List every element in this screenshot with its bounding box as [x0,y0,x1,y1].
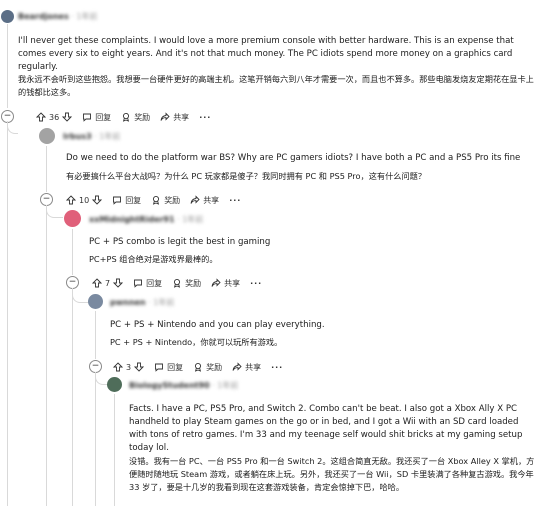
more-icon: ··· [229,195,242,205]
award-button[interactable]: 奖励 [121,112,150,123]
thread-line [7,24,8,108]
more-options-button[interactable]: ··· [199,113,211,122]
thread-line [46,205,47,506]
username[interactable]: BiologyStudent90 · 1年前 [129,380,238,391]
share-icon [232,362,242,372]
share-button[interactable]: 共享 [211,278,240,289]
avatar[interactable] [1,10,14,23]
thread-branch [7,121,18,134]
comment-bubble-icon [154,362,164,372]
reply-button[interactable]: 回复 [154,362,183,373]
thread-line [114,394,115,506]
more-icon: ··· [271,362,284,372]
more-options-button[interactable]: ··· [229,196,241,205]
comment-bubble-icon [82,112,92,122]
share-icon [160,112,170,122]
action-bar: 3 回复 奖励 共享 ··· [113,360,293,374]
thread-branch [46,205,63,218]
downvote-icon[interactable] [92,195,103,205]
avatar[interactable] [107,377,122,392]
vote-control: 36 [36,112,73,122]
more-options-button[interactable]: ··· [271,363,283,372]
comment-text: I'll never get these complaints. I would… [18,36,514,72]
comment-text: PC + PS combo is legit the best in gamin… [89,237,271,247]
avatar[interactable] [39,128,55,144]
comment-translation: 没错。我有一台 PC、一台 PS5 Pro 和一台 Switch 2。这组合简直… [129,456,535,492]
thread-line [72,288,73,506]
username[interactable]: Irbus3 · 1年前 [63,131,120,142]
upvote-icon[interactable] [92,278,102,288]
share-button[interactable]: 共享 [160,112,189,123]
comment-text: Facts. I have a PC, PS5 Pro, and Switch … [129,404,523,453]
vote-count: 36 [49,112,60,122]
username[interactable]: pwnnen · 1年前 [110,297,174,308]
thread-line [95,311,96,359]
award-button[interactable]: 奖励 [151,195,180,206]
vote-count: 3 [126,362,132,372]
avatar[interactable] [64,210,81,227]
username[interactable]: Beardjones · 1年前 [18,11,97,22]
share-icon [190,195,200,205]
thread-line [46,146,47,192]
award-icon [172,278,182,288]
award-icon [151,195,161,205]
upvote-icon[interactable] [113,362,123,372]
username[interactable]: xxMidnightRider91 · 1年前 [89,214,203,225]
action-bar: 10 回复 奖励 共享 ··· [66,193,251,207]
downvote-icon[interactable] [134,362,145,372]
thread-branch [72,288,89,303]
reply-button[interactable]: 回复 [82,112,111,123]
thread-line [72,229,73,275]
comment-translation: 有必要搞什么平台大战吗？为什么 PC 玩家都是傻子？我同时拥有 PC 和 PS5… [66,171,427,181]
comment-translation: PC + PS + Nintendo，你就可以玩所有游戏。 [110,337,283,347]
thread-line [95,372,96,506]
vote-control: 7 [92,278,124,288]
action-bar: 36 回复 奖励 共享 ··· [36,110,221,124]
avatar[interactable] [88,294,103,309]
more-icon: ··· [250,278,263,288]
action-bar: 7 回复 奖励 共享 ··· [92,276,272,290]
comment-text: Do we need to do the platform war BS? Wh… [66,153,521,163]
thread-line [7,121,8,506]
comment-bubble-icon [112,195,122,205]
comment-text: PC + PS + Nintendo and you can play ever… [110,320,325,330]
more-options-button[interactable]: ··· [250,279,262,288]
upvote-icon[interactable] [66,195,76,205]
comment-bubble-icon [133,278,143,288]
downvote-icon[interactable] [113,278,124,288]
more-icon: ··· [199,112,212,122]
downvote-icon[interactable] [62,112,73,122]
award-button[interactable]: 奖励 [172,278,201,289]
comment-translation: PC+PS 组合绝对是游戏界最棒的。 [89,254,218,264]
vote-count: 7 [105,278,111,288]
comment-translation: 我永远不会听到这些抱怨。我想要一台硬件更好的高端主机。这笔开销每六到八年才需要一… [18,74,534,97]
award-button[interactable]: 奖励 [193,362,222,373]
share-button[interactable]: 共享 [190,195,219,206]
share-button[interactable]: 共享 [232,362,261,373]
award-icon [121,112,131,122]
upvote-icon[interactable] [36,112,46,122]
reply-button[interactable]: 回复 [112,195,141,206]
vote-count: 10 [79,195,90,205]
vote-control: 3 [113,362,145,372]
reply-button[interactable]: 回复 [133,278,162,289]
vote-control: 10 [66,195,103,205]
share-icon [211,278,221,288]
award-icon [193,362,203,372]
